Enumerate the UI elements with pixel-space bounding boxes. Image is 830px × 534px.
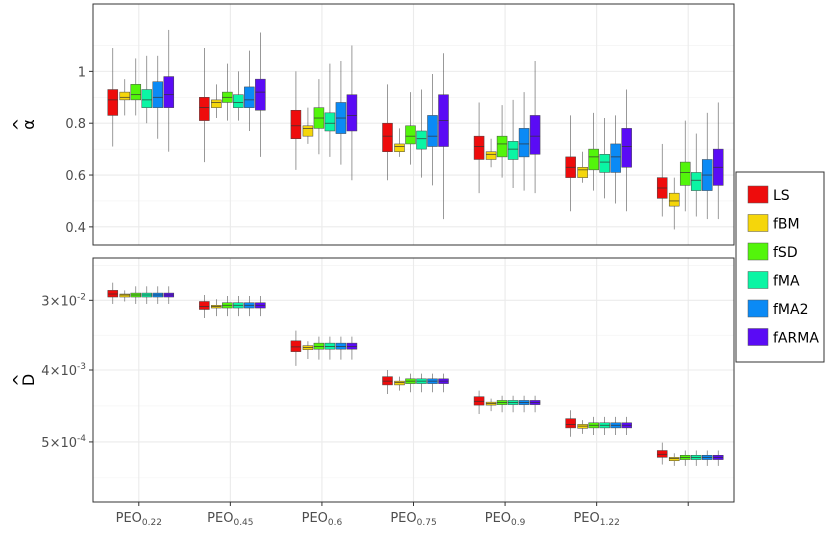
box-LS (199, 301, 210, 310)
y-tick-base: 10 (60, 294, 77, 309)
legend-label-LS: LS (773, 188, 790, 204)
y-tick-exponent: -4 (77, 434, 86, 444)
box-fMA2 (152, 81, 164, 108)
box-LS (473, 396, 485, 406)
legend-swatch-fMA2 (747, 299, 769, 318)
box-LS (107, 89, 119, 116)
y-tick-times: × (50, 436, 61, 451)
panel-0: 0.4 0.6 0.8 1 α^ (10, 3, 735, 246)
y-tick-label: 5×10-4 (41, 434, 86, 451)
box-fMA2 (244, 86, 255, 108)
box-fBM (668, 457, 680, 462)
x-tick-label-base: PEO (485, 511, 511, 526)
box-fSD (679, 161, 691, 186)
box-fMA2 (610, 143, 621, 173)
box-fBM (119, 293, 131, 298)
box-fMA (690, 172, 702, 191)
panels-layer: 0.40.60.81α^3×10-24×10-35×10-4D^ (10, 3, 735, 503)
box-fMA (233, 94, 244, 108)
y-tick-mantissa: 4 (41, 364, 49, 379)
y-tick-label: 3×10-2 (41, 292, 86, 309)
y-tick-mantissa: 3 (41, 294, 49, 309)
box-fARMA (529, 115, 541, 155)
x-tick-label: PEO0.6 (302, 511, 343, 528)
box-fMA2 (518, 128, 530, 158)
box-LS (199, 97, 210, 121)
y-tick-times: × (50, 364, 61, 379)
box-fMA2 (427, 115, 438, 147)
box-fSD (496, 135, 508, 158)
box-LS (382, 122, 393, 152)
legend-label-fBM: fBM (773, 217, 800, 233)
box-fBM (485, 151, 497, 160)
box-fARMA (255, 78, 266, 111)
x-tick-label: PEO1.22 (573, 511, 619, 528)
x-tick-label-base: PEO (207, 511, 233, 526)
y-tick-label: 0.4 (65, 221, 86, 236)
y-axis-title-0: α^ (10, 118, 38, 131)
box-fBM (394, 143, 405, 152)
box-fMA (599, 154, 610, 173)
y-tick-label: 0.8 (65, 117, 86, 132)
y-axis-title-1: D^ (10, 373, 38, 386)
y-tick-label: 0.6 (65, 169, 86, 184)
legend-label-fARMA: fARMA (773, 331, 819, 347)
legend: LS fBM fSD fMA fMA2 fARMA (735, 171, 825, 363)
x-tick-label-base: PEO (116, 511, 142, 526)
box-fMA (416, 130, 427, 150)
y-tick-base: 10 (60, 364, 77, 379)
box-plot-chart: 0.40.60.81α^3×10-24×10-35×10-4D^ PEO0.22… (10, 3, 825, 528)
x-tick-label: PEO0.45 (207, 511, 253, 528)
y-axis-title-hat: ^ (10, 118, 29, 131)
box-LS (565, 418, 576, 429)
x-tick-label-subscript: 0.22 (142, 518, 162, 528)
box-fMA (507, 141, 519, 160)
box-LS (473, 135, 485, 160)
box-fSD (405, 125, 416, 145)
y-tick-base: 10 (60, 436, 77, 451)
x-tick-label-subscript: 0.45 (233, 518, 253, 528)
panel-1: 3×10-24×10-35×10-4D^ (10, 257, 735, 503)
x-tick-label-base: PEO (302, 511, 328, 526)
box-fMA (141, 89, 153, 108)
legend-swatch-fSD (747, 242, 769, 261)
legend-swatch-fBM (747, 214, 769, 232)
legend-swatch-fARMA (747, 328, 769, 346)
box-fBM (302, 125, 314, 137)
box-LS (290, 340, 302, 352)
x-tick-label-base: PEO (573, 511, 599, 526)
box-fBM (211, 99, 222, 108)
box-fBM (577, 167, 588, 178)
box-fSD (130, 84, 142, 101)
legend-label-fSD: fSD (773, 245, 798, 261)
y-tick-label: 4×10-3 (41, 362, 86, 379)
legend-label-fMA: fMA (773, 274, 800, 290)
x-tick-label: PEO0.75 (390, 511, 436, 528)
legend-swatch-fMA (747, 271, 769, 289)
x-tick-label: PEO0.22 (116, 511, 162, 528)
x-tick-label-base: PEO (390, 511, 416, 526)
box-fARMA (346, 94, 358, 132)
box-LS (290, 109, 302, 140)
y-tick-label: 1 (78, 65, 86, 80)
x-tick-label-subscript: 0.9 (511, 518, 526, 528)
box-fBM (394, 380, 405, 386)
y-tick-exponent: -3 (77, 362, 86, 372)
x-tick-label: PEO0.9 (485, 511, 526, 528)
x-tick-label-subscript: 1.22 (600, 518, 620, 528)
box-fARMA (621, 128, 632, 168)
legend-swatch-LS (747, 185, 769, 204)
box-fBM (119, 91, 131, 101)
box-fSD (588, 148, 599, 171)
legend-label-fMA2: fMA2 (773, 302, 809, 318)
x-tick-label-subscript: 0.75 (417, 518, 437, 528)
y-axis-title-hat: ^ (10, 373, 29, 386)
box-fBM (668, 192, 680, 207)
y-tick-times: × (50, 294, 61, 309)
y-tick-mantissa: 5 (41, 436, 49, 451)
x-tick-label-subscript: 0.6 (328, 518, 343, 528)
y-tick-exponent: -2 (77, 292, 86, 302)
box-fMA (324, 112, 336, 132)
box-fARMA (163, 76, 175, 108)
